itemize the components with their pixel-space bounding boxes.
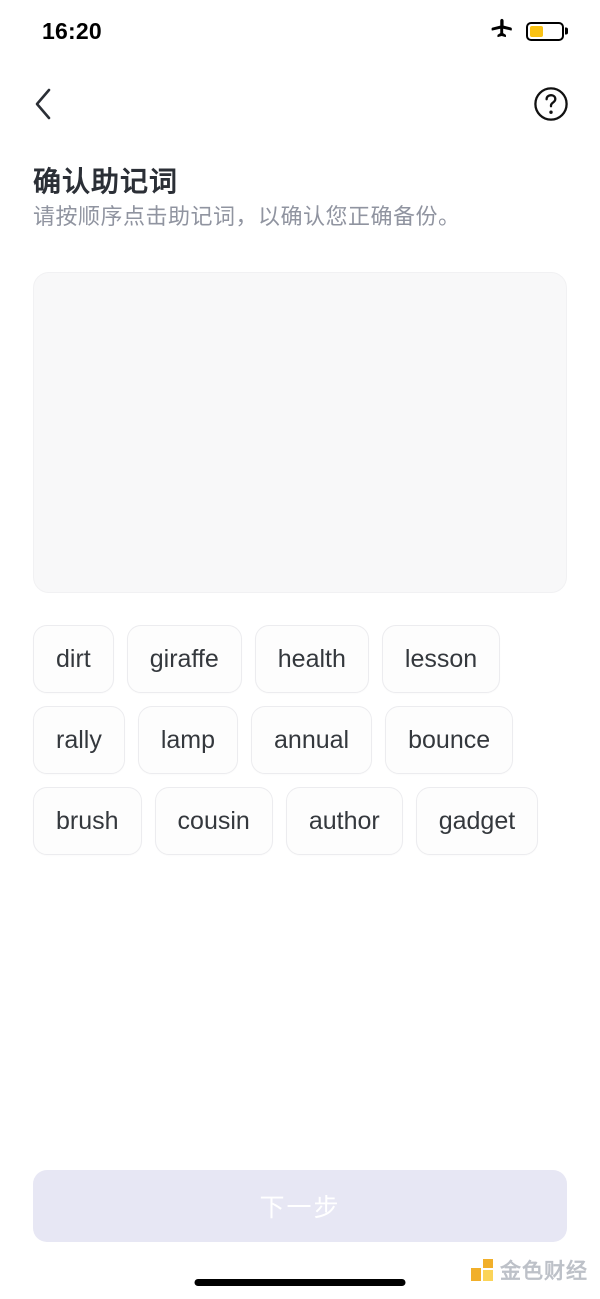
- word-chip[interactable]: bounce: [385, 706, 514, 774]
- page-title: 确认助记词: [33, 166, 179, 197]
- home-indicator: [194, 1279, 406, 1286]
- back-button[interactable]: [20, 83, 66, 129]
- status-bar-indicators: [489, 16, 564, 46]
- watermark: 金色财经: [471, 1255, 588, 1285]
- word-chip[interactable]: annual: [251, 706, 373, 774]
- word-chip[interactable]: rally: [33, 706, 125, 774]
- help-button[interactable]: [532, 86, 570, 127]
- app-screen: 16:20 确认助记词 请按顺序点击助记词，以确认您正确备份。 dirt gir…: [0, 0, 600, 1299]
- help-circle-icon: [533, 86, 569, 127]
- word-chip[interactable]: giraffe: [126, 625, 242, 693]
- battery-icon: [526, 21, 564, 41]
- word-chip[interactable]: health: [254, 625, 369, 693]
- battery-fill: [530, 25, 543, 37]
- word-bank: dirt giraffe health lesson rally lamp annual bo…: [33, 625, 573, 855]
- word-chip[interactable]: dirt: [33, 625, 114, 693]
- selected-words-area[interactable]: [33, 272, 567, 593]
- word-chip[interactable]: brush: [33, 787, 142, 855]
- word-chip[interactable]: author: [285, 787, 403, 855]
- next-button[interactable]: 下一步: [33, 1170, 567, 1242]
- jinse-logo-icon: [471, 1259, 493, 1281]
- word-chip[interactable]: gadget: [415, 787, 539, 855]
- watermark-label: 金色财经: [500, 1260, 588, 1283]
- airplane-mode-icon: [489, 16, 514, 46]
- status-bar: 16:20: [0, 0, 600, 62]
- page-subtitle: 请按顺序点击助记词，以确认您正确备份。: [33, 204, 461, 229]
- chevron-left-icon: [32, 87, 54, 126]
- navigation-bar: [0, 62, 600, 150]
- word-chip[interactable]: lamp: [137, 706, 239, 774]
- word-chip[interactable]: cousin: [154, 787, 273, 855]
- status-bar-time: 16:20: [42, 17, 102, 44]
- word-chip[interactable]: lesson: [381, 625, 501, 693]
